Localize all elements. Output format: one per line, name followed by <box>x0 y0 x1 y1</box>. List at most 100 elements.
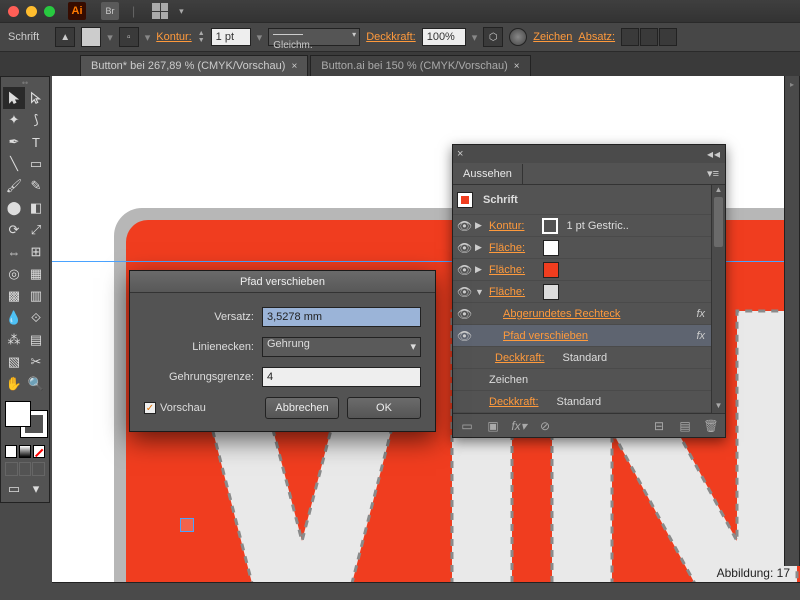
selection-tool[interactable] <box>3 87 25 109</box>
scroll-up-icon[interactable]: ▲ <box>712 185 725 197</box>
panel-close-icon[interactable]: × <box>457 148 463 160</box>
opacity-label[interactable]: Deckkraft: <box>489 396 539 408</box>
effect-label[interactable]: Pfad verschieben <box>503 330 588 342</box>
pen-tool[interactable]: ✒ <box>3 131 25 153</box>
character-link[interactable]: Zeichen <box>533 31 572 43</box>
direct-selection-tool[interactable] <box>25 87 47 109</box>
panel-collapse-icon[interactable]: ◂◂ <box>707 147 721 161</box>
fx-icon[interactable]: fx <box>696 308 707 320</box>
stroke-stepper[interactable]: ▲▼ <box>198 30 205 44</box>
rectangle-tool[interactable]: ▭ <box>25 153 47 175</box>
close-tab-icon[interactable]: × <box>514 61 520 72</box>
perspective-tool[interactable]: ▦ <box>25 263 47 285</box>
screen-mode-menu[interactable]: ▾ <box>25 478 47 500</box>
draw-inside[interactable] <box>32 462 45 476</box>
disclosure-icon[interactable]: ▶ <box>475 242 485 253</box>
hand-tool[interactable]: ✋ <box>3 373 25 395</box>
lasso-tool[interactable]: ⟆ <box>25 109 47 131</box>
fill-swatch[interactable] <box>5 401 31 427</box>
ok-button[interactable]: OK <box>347 397 421 419</box>
opacity-link[interactable]: Deckkraft: <box>366 31 416 43</box>
appearance-row-characters[interactable]: Zeichen <box>453 369 711 391</box>
mesh-tool[interactable]: ▩ <box>3 285 25 307</box>
appearance-effect-row[interactable]: 👁 Abgerundetes Rechteck fx <box>453 303 711 325</box>
panel-titlebar[interactable]: × ◂◂ <box>453 145 725 163</box>
document-tab[interactable]: Button.ai bei 150 % (CMYK/Vorschau) × <box>310 55 530 76</box>
color-mode-none[interactable] <box>33 445 45 458</box>
joins-select[interactable]: Gehrung <box>262 337 421 357</box>
visibility-icon[interactable]: 👁 <box>457 263 471 277</box>
fill-swatch-icon[interactable] <box>543 284 559 300</box>
miter-input[interactable] <box>262 367 421 387</box>
screen-mode-button[interactable]: ▭ <box>3 478 25 500</box>
window-minimize-button[interactable] <box>26 6 37 17</box>
artboard-tool[interactable]: ▧ <box>3 351 25 373</box>
appearance-row-fill-expanded[interactable]: 👁 ▼ Fläche: <box>453 281 711 303</box>
new-fill-button[interactable]: ▣ <box>485 419 501 433</box>
panel-scrollbar[interactable]: ▲ ▼ <box>711 185 725 413</box>
close-tab-icon[interactable]: × <box>291 61 297 72</box>
fill-swatch-icon[interactable] <box>543 262 559 278</box>
window-close-button[interactable] <box>8 6 19 17</box>
panel-tab-aussehen[interactable]: Aussehen <box>453 164 523 184</box>
stroke-swatch-icon[interactable] <box>542 218 558 234</box>
fill-label[interactable]: Fläche: <box>489 286 525 298</box>
shape-builder-tool[interactable]: ◎ <box>3 263 25 285</box>
disclosure-icon[interactable]: ▼ <box>475 287 485 297</box>
draw-normal[interactable] <box>5 462 18 476</box>
appearance-row-fill[interactable]: 👁 ▶ Fläche: <box>453 237 711 259</box>
fill-stroke-control[interactable] <box>3 399 49 439</box>
offset-input[interactable] <box>262 307 421 327</box>
clear-appearance-button[interactable]: ⊘ <box>537 419 553 433</box>
magic-wand-tool[interactable]: ✦ <box>3 109 25 131</box>
dropdown-icon[interactable]: ▾ <box>257 31 263 44</box>
slice-tool[interactable]: ✂ <box>25 351 47 373</box>
eyedropper-tool[interactable]: 💧 <box>3 307 25 329</box>
opacity-input[interactable] <box>422 28 466 46</box>
new-item-button[interactable]: ▤ <box>677 419 693 433</box>
visibility-icon[interactable]: 👁 <box>457 241 471 255</box>
dropdown-icon[interactable]: ▾ <box>107 31 113 44</box>
graph-tool[interactable]: ▤ <box>25 329 47 351</box>
stroke-label[interactable]: Kontur: <box>489 220 524 232</box>
free-transform-tool[interactable]: ⊞ <box>25 241 47 263</box>
workspace-menu-icon[interactable]: ▾ <box>179 6 184 17</box>
align-buttons[interactable] <box>621 28 677 46</box>
scale-tool[interactable]: ⤢ <box>25 219 47 241</box>
add-effect-button[interactable]: fx▾ <box>511 419 527 433</box>
appearance-effect-row-selected[interactable]: 👁 Pfad verschieben fx <box>453 325 711 347</box>
appearance-target-row[interactable]: Schrift <box>453 185 711 215</box>
appearance-row-stroke[interactable]: 👁 ▶ Kontur: 1 pt Gestric.. <box>453 215 711 237</box>
disclosure-icon[interactable]: ▶ <box>475 264 485 275</box>
visibility-icon[interactable]: 👁 <box>457 329 471 343</box>
panel-grip[interactable]: •• <box>3 79 47 87</box>
delete-button[interactable]: 🗑 <box>703 419 719 433</box>
right-dock[interactable]: ▸ <box>784 76 800 566</box>
appearance-row-fill[interactable]: 👁 ▶ Fläche: <box>453 259 711 281</box>
eraser-tool[interactable]: ◧ <box>25 197 47 219</box>
symbol-sprayer-tool[interactable]: ⁂ <box>3 329 25 351</box>
paragraph-link[interactable]: Absatz: <box>578 31 615 43</box>
visibility-icon[interactable]: 👁 <box>457 285 471 299</box>
scroll-down-icon[interactable]: ▼ <box>712 401 725 413</box>
pencil-tool[interactable]: ✎ <box>25 175 47 197</box>
dropdown-icon[interactable]: ▾ <box>472 31 478 44</box>
panel-menu-icon[interactable]: ▾≡ <box>701 167 725 180</box>
scroll-thumb[interactable] <box>714 197 723 247</box>
duplicate-item-button[interactable]: ⊟ <box>651 419 667 433</box>
width-tool[interactable]: ⇔ <box>3 241 25 263</box>
fx-icon[interactable]: fx <box>696 330 707 342</box>
preview-checkbox[interactable]: ✓ Vorschau <box>144 402 206 414</box>
blob-brush-tool[interactable]: ⬤ <box>3 197 25 219</box>
document-tab[interactable]: Button* bei 267,89 % (CMYK/Vorschau) × <box>80 55 308 76</box>
zoom-tool[interactable]: 🔍 <box>25 373 47 395</box>
fill-label[interactable]: Fläche: <box>489 242 525 254</box>
dropdown-icon[interactable]: ▾ <box>145 31 151 44</box>
effect-label[interactable]: Abgerundetes Rechteck <box>503 308 620 320</box>
window-zoom-button[interactable] <box>44 6 55 17</box>
fill-swatch[interactable] <box>81 27 101 47</box>
draw-behind[interactable] <box>19 462 32 476</box>
color-mode-gradient[interactable] <box>19 445 31 458</box>
brush-tool[interactable]: 🖌 <box>3 175 25 197</box>
fill-warning-icon[interactable]: ▲ <box>55 27 75 47</box>
